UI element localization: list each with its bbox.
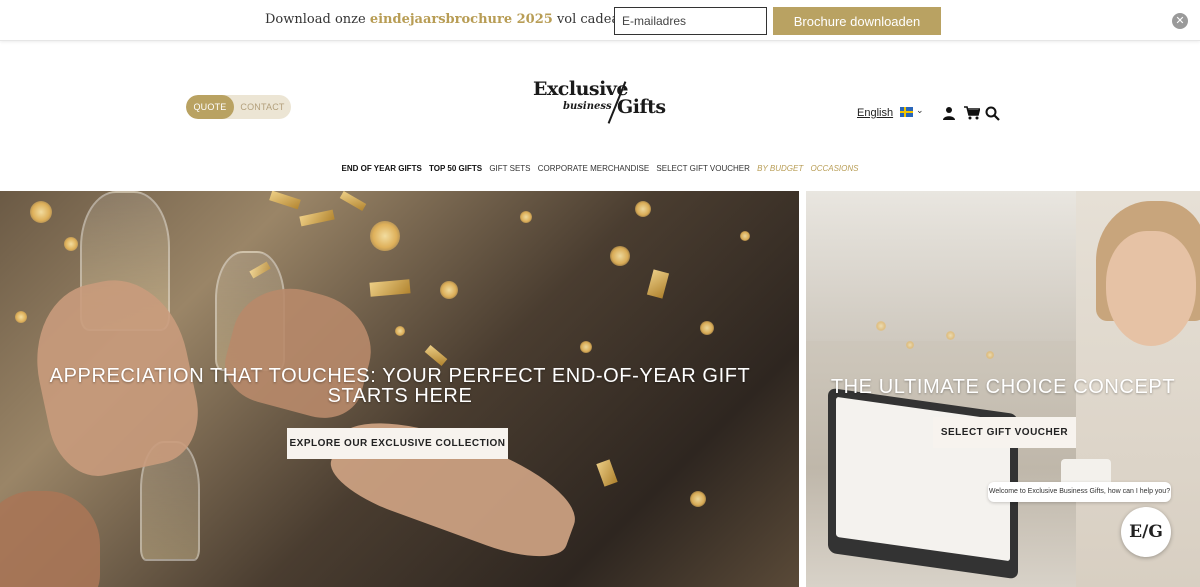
quote-button[interactable]: QUOTE: [186, 95, 234, 119]
nav-item-by-budget[interactable]: BY BUDGET: [757, 164, 803, 173]
quote-contact-toggle: QUOTE CONTACT: [186, 95, 291, 119]
hero-right-title: THE ULTIMATE CHOICE CONCEPT: [830, 376, 1176, 398]
user-icon[interactable]: [942, 106, 958, 122]
chat-launcher-logo[interactable]: E/G: [1121, 507, 1171, 557]
select-gift-voucher-button[interactable]: SELECT GIFT VOUCHER: [933, 417, 1076, 448]
nav-item-end-of-year-gifts[interactable]: END OF YEAR GIFTS: [341, 164, 421, 173]
logo-word-business: business: [563, 101, 612, 112]
sweden-flag-icon[interactable]: [900, 107, 913, 117]
logo-word-gifts: Gifts: [617, 96, 666, 118]
nav-item-gift-sets[interactable]: GIFT SETS: [489, 164, 530, 173]
explore-collection-button[interactable]: EXPLORE OUR EXCLUSIVE COLLECTION: [287, 428, 508, 459]
contact-button[interactable]: CONTACT: [234, 95, 291, 119]
language-selector[interactable]: English: [857, 107, 893, 119]
logo-word-exclusive: Exclusive: [533, 78, 628, 100]
site-logo[interactable]: Exclusive business Gifts: [533, 78, 673, 126]
search-icon[interactable]: [985, 106, 1001, 122]
nav-item-corporate-merchandise[interactable]: CORPORATE MERCHANDISE: [538, 164, 649, 173]
cart-icon[interactable]: [964, 106, 981, 122]
close-icon[interactable]: ✕: [1172, 13, 1188, 29]
hero-left-title: APPRECIATION THAT TOUCHES: YOUR PERFECT …: [49, 365, 751, 407]
chevron-down-icon[interactable]: ⌄: [916, 105, 924, 116]
chat-welcome-bubble[interactable]: Welcome to Exclusive Business Gifts, how…: [988, 482, 1171, 502]
promo-highlight[interactable]: eindejaarsbrochure 2025: [370, 12, 553, 27]
promo-bar: Download onze eindejaarsbrochure 2025 vo…: [0, 0, 1200, 41]
nav-item-occasions[interactable]: OCCASIONS: [810, 164, 858, 173]
nav-item-select-gift-voucher[interactable]: SELECT GIFT VOUCHER: [656, 164, 750, 173]
download-brochure-button[interactable]: Brochure downloaden: [773, 7, 941, 35]
hero-banner-left[interactable]: APPRECIATION THAT TOUCHES: YOUR PERFECT …: [0, 191, 799, 587]
main-nav: END OF YEAR GIFTS TOP 50 GIFTS GIFT SETS…: [0, 164, 1200, 173]
nav-item-top-50-gifts[interactable]: TOP 50 GIFTS: [429, 164, 482, 173]
email-field[interactable]: [614, 7, 767, 35]
promo-text-before: Download onze: [265, 12, 370, 27]
